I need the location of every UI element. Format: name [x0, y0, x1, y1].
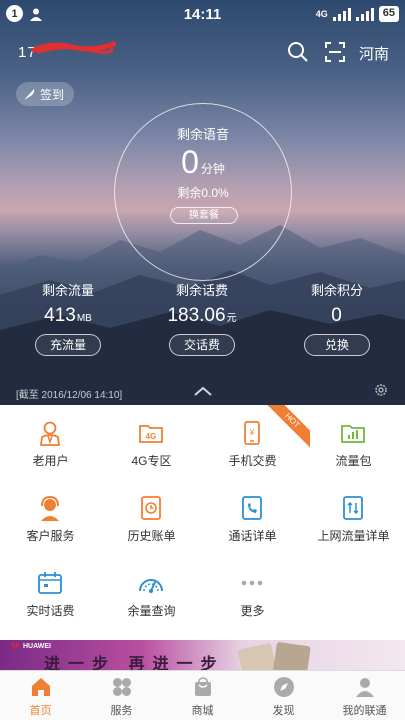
- voice-percent: 剩余0.0%: [177, 186, 229, 200]
- feather-icon: [24, 89, 35, 100]
- chevron-up-icon[interactable]: [193, 385, 213, 397]
- grid-item-more[interactable]: 更多: [202, 555, 303, 630]
- status-bar: 1 14:11 4G 65: [0, 0, 405, 28]
- grid-item-label: 上网流量详单: [317, 529, 390, 543]
- grid-item-label: 通话详单: [228, 529, 277, 543]
- grid-item-old-user[interactable]: 老用户: [0, 405, 101, 480]
- stat-value: 413MB: [8, 305, 128, 327]
- grid-item-label: 老用户: [32, 454, 69, 468]
- huawei-petal-icon: [11, 642, 19, 650]
- stat-value-number: 0: [331, 305, 342, 326]
- signal-icon-2: [355, 7, 374, 21]
- redeem-button[interactable]: 兑换: [304, 334, 370, 356]
- as-of-timestamp: [截至 2016/12/06 14:10]: [16, 390, 123, 401]
- history-bill-icon: [141, 496, 161, 520]
- huawei-logo: HUAWEI: [10, 642, 51, 650]
- checkin-button[interactable]: 签到: [16, 82, 75, 106]
- stat-points: 剩余积分 0 兑换: [277, 280, 397, 356]
- grid-item-label: 4G专区: [131, 454, 172, 468]
- grid-item-realtime-fee[interactable]: 实时话费: [0, 555, 101, 630]
- recharge-data-button[interactable]: 充流量: [35, 334, 101, 356]
- realtime-fee-icon: [38, 572, 62, 594]
- battery-level: 65: [378, 6, 399, 22]
- grid-item-call-detail[interactable]: 通话详单: [202, 480, 303, 555]
- stat-data: 剩余流量 413MB 充流量: [8, 280, 128, 356]
- banner-slogan: 进一步 再进一步: [44, 656, 225, 670]
- brand-name: HUAWEI: [23, 642, 51, 650]
- tab-my-unicom[interactable]: 我的联通: [324, 671, 405, 720]
- grid-item-4g-zone[interactable]: 4G 4G专区: [101, 405, 202, 480]
- tab-discover[interactable]: 发现: [243, 671, 324, 720]
- user-icon: [39, 421, 61, 446]
- hero-panel: 1 14:11 4G 65 17 河南 签到 剩余语音 0 分钟 剩余0.0% 换…: [0, 0, 405, 405]
- tab-services[interactable]: 服务: [81, 671, 162, 720]
- stat-unit: MB: [76, 313, 92, 324]
- home-icon: [31, 678, 50, 696]
- svg-text:4G: 4G: [146, 432, 157, 441]
- tab-label: 发现: [272, 705, 295, 717]
- compass-icon: [273, 677, 294, 697]
- phone-image: [238, 642, 311, 670]
- phone-redaction-scribble: [32, 41, 116, 54]
- stat-value: 0: [277, 305, 397, 327]
- stat-value-number: 183.06: [167, 305, 226, 326]
- pay-bill-button[interactable]: 交话费: [169, 334, 235, 356]
- change-plan-button[interactable]: 换套餐: [170, 207, 238, 224]
- voice-value: 0 分钟: [115, 144, 291, 181]
- balance-gauge-icon: [139, 579, 163, 593]
- stat-label: 剩余流量: [41, 283, 94, 298]
- checkin-label: 签到: [40, 87, 65, 102]
- signal-icon: [332, 7, 351, 21]
- grid-item-label: 流量包: [335, 454, 372, 468]
- grid-item-label: 客户服务: [26, 529, 75, 543]
- promo-banner[interactable]: HUAWEI 进一步 再进一步: [0, 640, 405, 670]
- scan-icon[interactable]: [323, 40, 347, 64]
- grid-item-balance-query[interactable]: 余量查询: [101, 555, 202, 630]
- hero-header: 17 河南: [0, 36, 405, 68]
- grid-item-label: 实时话费: [26, 604, 75, 618]
- tab-label: 商城: [191, 705, 214, 717]
- gear-icon[interactable]: [373, 382, 389, 398]
- services-icon: [112, 678, 131, 696]
- grid-item-customer-service[interactable]: 客户服务: [0, 480, 101, 555]
- shop-bag-icon: [194, 677, 211, 696]
- data-detail-icon: [343, 496, 363, 520]
- stat-fee: 剩余话费 183.06元 交话费: [142, 280, 262, 356]
- grid-item-label: 更多: [240, 604, 265, 618]
- call-detail-icon: [242, 496, 262, 520]
- grid-item-data-package[interactable]: 流量包: [303, 405, 404, 480]
- tab-home[interactable]: 首页: [0, 671, 81, 720]
- grid-item-label: 余量查询: [127, 604, 176, 618]
- bottom-tab-bar: 首页 服务 商城 发现 我的联通: [0, 670, 405, 720]
- svg-text:¥: ¥: [249, 428, 255, 437]
- region-selector[interactable]: 河南: [359, 43, 389, 64]
- tab-shop[interactable]: 商城: [162, 671, 243, 720]
- voice-title: 剩余语音: [176, 127, 229, 142]
- service-grid: 老用户 4G 4G专区 ¥ 手机交费 HOT 流量包 客户服务 历史账单 通话详…: [0, 405, 405, 638]
- voice-unit: 分钟: [200, 162, 225, 176]
- grid-item-label: 历史账单: [127, 529, 176, 543]
- data-package-icon: [341, 425, 365, 443]
- stat-value: 183.06元: [142, 305, 262, 327]
- stat-label: 剩余积分: [310, 283, 363, 298]
- search-icon[interactable]: [286, 40, 310, 64]
- more-icon: [241, 580, 263, 586]
- customer-service-icon: [41, 495, 59, 521]
- tab-label: 服务: [110, 705, 133, 717]
- stat-unit: 元: [226, 313, 237, 324]
- stat-label: 剩余话费: [175, 283, 228, 298]
- tab-label: 首页: [29, 705, 52, 717]
- network-type: 4G: [315, 9, 328, 19]
- stat-value-number: 413: [44, 305, 76, 326]
- voice-balance-circle: 剩余语音 0 分钟 剩余0.0% 换套餐: [114, 103, 292, 281]
- voice-value-number: 0: [181, 144, 199, 180]
- grid-item-history-bill[interactable]: 历史账单: [101, 480, 202, 555]
- grid-item-data-detail[interactable]: 上网流量详单: [303, 480, 404, 555]
- 4g-folder-icon: 4G: [139, 425, 163, 443]
- tab-label: 我的联通: [342, 705, 387, 717]
- profile-icon: [355, 678, 374, 697]
